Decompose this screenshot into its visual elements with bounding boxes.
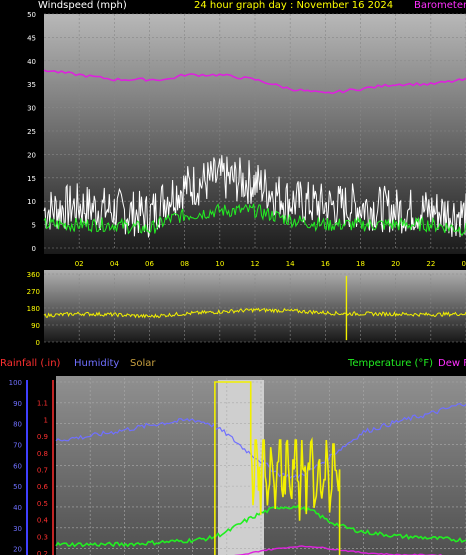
wind-x-tick: 22 — [426, 260, 435, 268]
humidity-y-tick: 100 — [9, 379, 22, 387]
wind-y-tick: 30 — [27, 105, 36, 113]
rainfall-y-tick: 1 — [44, 416, 48, 424]
wind-y-tick: 10 — [27, 198, 36, 206]
wind-x-tick: 10 — [215, 260, 224, 268]
direction-y-tick: 90 — [31, 322, 40, 330]
wind-y-tick: 0 — [32, 245, 36, 253]
humidity-y-tick: 90 — [13, 400, 22, 408]
humidity-y-tick: 50 — [13, 483, 22, 491]
wind-x-tick: 00 — [462, 260, 466, 268]
rainfall-y-tick: 0.5 — [37, 500, 48, 508]
rainfall-y-tick: 0.8 — [37, 450, 48, 458]
rainfall-y-tick: 0.7 — [37, 467, 48, 475]
wind-x-tick: 12 — [251, 260, 260, 268]
humidity-y-tick: 60 — [13, 462, 22, 470]
wind-x-tick: 14 — [286, 260, 295, 268]
wind-x-tick: 04 — [110, 260, 119, 268]
weather-graph: 0510152025303540455002 04 06 08 10 12 14 16 18 20… — [9, 11, 466, 555]
wind-y-tick: 35 — [27, 81, 36, 89]
direction-y-tick: 0 — [36, 339, 40, 347]
humidity-y-tick: 70 — [13, 441, 22, 449]
wind-x-tick: 18 — [356, 260, 365, 268]
rainfall-y-tick: 0.2 — [37, 550, 48, 555]
rainfall-y-tick: 0.4 — [37, 517, 49, 525]
wind-y-tick: 45 — [27, 34, 36, 42]
rainfall-y-tick: 0.6 — [37, 483, 49, 491]
rainfall-y-tick: 0.3 — [37, 533, 48, 541]
wind-y-tick: 20 — [27, 151, 36, 159]
wind-x-tick: 20 — [391, 260, 400, 268]
wind-y-tick: 50 — [27, 11, 36, 19]
direction-y-tick: 270 — [27, 288, 40, 296]
wind-x-tick: 02 — [75, 260, 84, 268]
direction-y-tick: 360 — [27, 271, 40, 279]
wind-y-tick: 25 — [27, 128, 36, 136]
rainfall-y-tick: 1.1 — [37, 400, 48, 408]
rainfall-y-tick: 0.9 — [37, 433, 48, 441]
wind-x-tick: 08 — [180, 260, 189, 268]
humidity-y-tick: 80 — [13, 421, 22, 429]
humidity-y-tick: 20 — [13, 546, 22, 554]
humidity-y-tick: 40 — [13, 504, 22, 512]
direction-y-tick: 180 — [27, 305, 40, 313]
wind-x-tick: 06 — [145, 260, 154, 268]
wind-x-tick: 16 — [321, 260, 330, 268]
wind-y-tick: 5 — [32, 222, 36, 230]
wind-y-tick: 40 — [27, 58, 36, 66]
humidity-y-tick: 30 — [13, 525, 22, 533]
wind-y-tick: 15 — [27, 175, 36, 183]
